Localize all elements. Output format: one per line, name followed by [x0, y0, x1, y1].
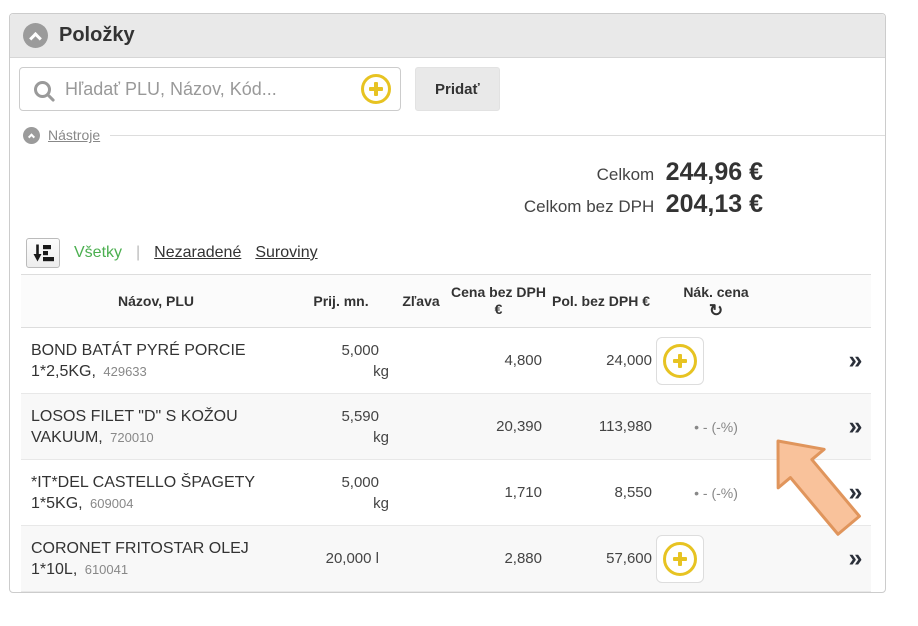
item-price-cell: 20,390	[451, 418, 546, 435]
col-header-purchase: Nák. cena ↻	[656, 284, 776, 319]
search-box	[19, 67, 401, 111]
item-plu: 720010	[110, 430, 153, 445]
item-price-cell: 1,710	[451, 484, 546, 501]
total-value: 244,96 €	[666, 158, 763, 186]
item-qty: 5,000	[291, 472, 391, 493]
tools-link[interactable]: Nástroje	[48, 127, 100, 143]
table-row[interactable]: BOND BATÁT PYRÉ PORCIE 1*2,5KG, 429633 5…	[21, 328, 871, 394]
tab-separator: |	[136, 244, 140, 262]
item-price-cell: 4,800	[451, 352, 546, 369]
col-header-qty: Prij. mn.	[291, 293, 391, 310]
add-price-button[interactable]	[656, 337, 704, 385]
item-line-total-cell: 113,980	[546, 418, 656, 435]
totals-block: Celkom 244,96 € Celkom bez DPH 204,13 €	[10, 158, 885, 222]
col-header-name: Názov, PLU	[21, 293, 291, 310]
divider	[110, 135, 885, 136]
table-row[interactable]: LOSOS FILET "D" S KOŽOU VAKUUM, 720010 5…	[21, 394, 871, 460]
col-header-line-total: Pol. bez DPH €	[546, 293, 656, 310]
col-header-purchase-label: Nák. cena	[683, 284, 748, 300]
tools-row: Nástroje	[23, 126, 885, 144]
chevron-up-icon	[28, 133, 35, 140]
item-qty: 5,000	[291, 340, 391, 361]
tools-collapse-icon[interactable]	[23, 127, 40, 144]
table-row[interactable]: *IT*DEL CASTELLO ŠPAGETY 1*5KG, 609004 5…	[21, 460, 871, 526]
tab-vsetky[interactable]: Všetky	[74, 244, 122, 262]
total-row: Celkom 244,96 €	[10, 158, 763, 190]
item-plu: 610041	[85, 562, 128, 577]
item-purchase-cell	[656, 337, 776, 385]
item-purchase-cell	[656, 535, 776, 583]
item-qty-cell: 20,000 l	[291, 548, 391, 569]
total-no-vat-label: Celkom bez DPH	[524, 197, 654, 216]
item-qty-cell: 5,000 kg	[291, 472, 391, 514]
item-unit: kg	[291, 493, 391, 514]
chevron-up-icon	[29, 32, 42, 45]
tab-suroviny[interactable]: Suroviny	[255, 244, 317, 262]
table-row[interactable]: CORONET FRITOSTAR OLEJ 1*10L, 610041 20,…	[21, 526, 871, 592]
search-row: Pridať	[19, 67, 876, 111]
table-body: BOND BATÁT PYRÉ PORCIE 1*2,5KG, 429633 5…	[21, 328, 871, 592]
purchase-placeholder: • - (-%)	[694, 419, 738, 435]
item-name: *IT*DEL CASTELLO ŠPAGETY 1*5KG,	[31, 474, 255, 512]
item-line-total-cell: 57,600	[546, 550, 656, 567]
tab-nezaradene[interactable]: Nezaradené	[154, 244, 241, 262]
refresh-icon[interactable]: ↻	[656, 302, 776, 319]
item-name-cell: BOND BATÁT PYRÉ PORCIE 1*2,5KG, 429633	[21, 340, 291, 382]
table-header-row: Názov, PLU Prij. mn. Zľava Cena bez DPH …	[21, 274, 871, 328]
plus-icon	[663, 542, 697, 576]
item-unit: kg	[291, 361, 391, 382]
item-detail-chevron[interactable]: »	[836, 346, 873, 375]
item-name: CORONET FRITOSTAR OLEJ 1*10L,	[31, 540, 249, 578]
item-plu: 609004	[90, 496, 133, 511]
item-purchase-cell: • - (-%)	[656, 419, 776, 435]
item-detail-chevron[interactable]: »	[836, 478, 873, 507]
items-table: Názov, PLU Prij. mn. Zľava Cena bez DPH …	[21, 274, 871, 592]
sort-descending-icon	[33, 244, 54, 262]
item-name-cell: CORONET FRITOSTAR OLEJ 1*10L, 610041	[21, 538, 291, 580]
filter-row: Všetky | Nezaradené Suroviny	[26, 238, 885, 268]
add-item-button[interactable]: Pridať	[415, 67, 500, 111]
total-no-vat-row: Celkom bez DPH 204,13 €	[10, 190, 763, 222]
item-unit: kg	[291, 427, 391, 448]
add-price-button[interactable]	[656, 535, 704, 583]
item-qty-cell: 5,590 kg	[291, 406, 391, 448]
item-line-total-cell: 24,000	[546, 352, 656, 369]
sort-button[interactable]	[26, 238, 60, 268]
plus-icon	[663, 344, 697, 378]
item-plu: 429633	[103, 364, 146, 379]
col-header-discount: Zľava	[391, 293, 451, 310]
item-name-cell: LOSOS FILET "D" S KOŽOU VAKUUM, 720010	[21, 406, 291, 448]
search-add-icon[interactable]	[361, 74, 391, 104]
item-qty: 5,590	[291, 406, 391, 427]
search-icon	[30, 77, 54, 101]
panel-header: Položky	[10, 14, 885, 58]
page-title: Položky	[59, 24, 135, 47]
item-detail-chevron[interactable]: »	[836, 412, 873, 441]
item-qty: 20,000 l	[291, 548, 391, 569]
col-header-price: Cena bez DPH €	[451, 284, 546, 318]
item-name-cell: *IT*DEL CASTELLO ŠPAGETY 1*5KG, 609004	[21, 472, 291, 514]
total-no-vat-value: 204,13 €	[666, 190, 763, 218]
item-price-cell: 2,880	[451, 550, 546, 567]
item-line-total-cell: 8,550	[546, 484, 656, 501]
purchase-placeholder: • - (-%)	[694, 485, 738, 501]
item-purchase-cell: • - (-%)	[656, 485, 776, 501]
collapse-panel-icon[interactable]	[23, 23, 48, 48]
total-label: Celkom	[597, 165, 655, 184]
search-input[interactable]	[65, 79, 352, 100]
item-qty-cell: 5,000 kg	[291, 340, 391, 382]
items-panel: Položky Pridať Nástroje Celkom 244,96 € …	[9, 13, 886, 593]
item-detail-chevron[interactable]: »	[836, 544, 873, 573]
